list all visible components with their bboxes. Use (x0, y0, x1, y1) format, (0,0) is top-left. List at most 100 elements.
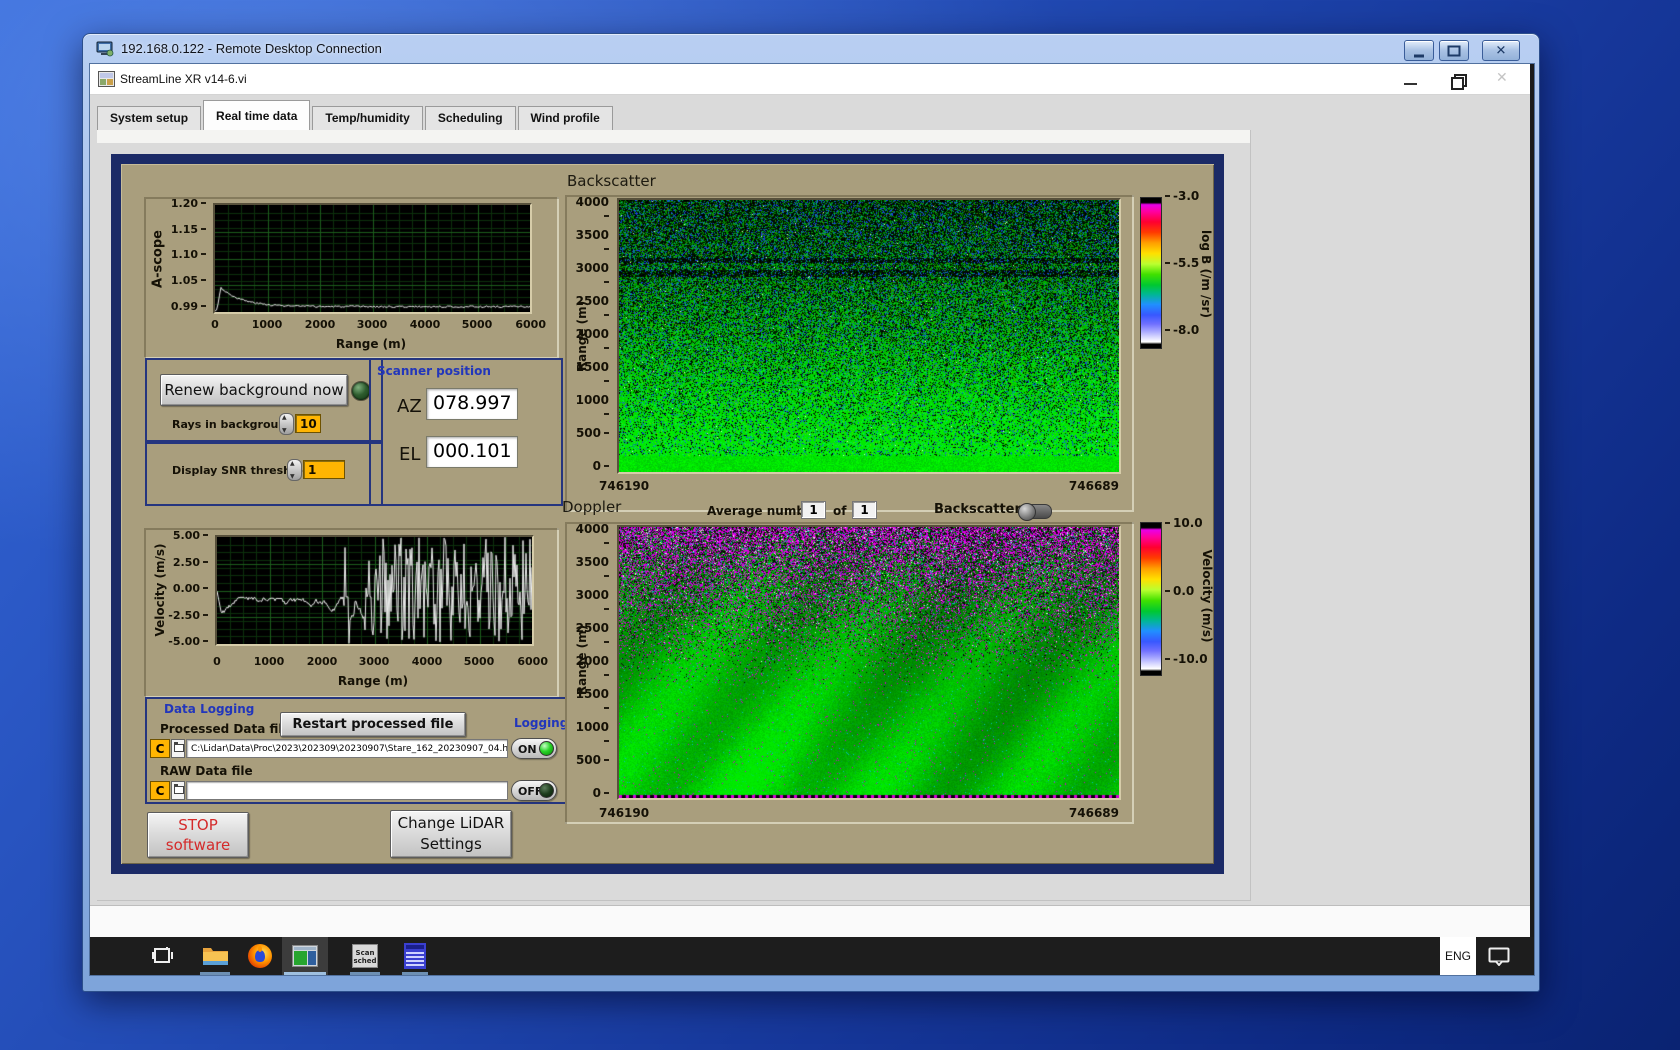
doppler-ytick: 1500 (569, 687, 609, 715)
doppler-cbar-tick: -10.0 (1165, 652, 1208, 666)
stop-label-1: STOP (178, 815, 218, 835)
rdp-icon (96, 41, 115, 57)
renew-background-button[interactable]: Renew background now (160, 374, 348, 406)
doppler-cbar-tick: 10.0 (1165, 516, 1203, 530)
tab-temp-humidity[interactable]: Temp/humidity (312, 106, 422, 130)
on-label: ON (518, 743, 537, 756)
scanner-position-box: Scanner position AZ 078.997 EL 000.101 (369, 358, 563, 506)
backscatter-cbar-tick: -5.5 (1165, 256, 1199, 270)
tab-real-time-data[interactable]: Real time data (203, 100, 310, 130)
backscatter-ytick: 4000 (569, 195, 609, 223)
language-indicator[interactable]: ENG (1440, 937, 1476, 975)
tab-page-edge (1250, 130, 1251, 900)
raw-drive-selector[interactable]: C (150, 781, 170, 800)
tab-system-setup[interactable]: System setup (97, 106, 201, 130)
ascope-ytick: 1.10 (162, 248, 206, 261)
backscatter-x-end: 746689 (1059, 479, 1119, 493)
velocity-x-axis-label: Range (m) (293, 674, 453, 688)
background-controls-box: Renew background now Rays in background … (145, 358, 383, 444)
backscatter-colorbar (1140, 197, 1162, 349)
rays-value-field[interactable]: 10 (295, 414, 321, 433)
doppler-ytick: 2500 (569, 621, 609, 649)
app-restore-button[interactable] (1445, 64, 1471, 94)
velocity-ytick: -5.00 (164, 635, 208, 648)
snr-value-field[interactable]: 1 (303, 460, 345, 479)
el-label: EL (399, 444, 420, 465)
backscatter-ytick: 500 (569, 426, 609, 440)
scan-scheduler-indicator (350, 972, 380, 975)
backscatter-ytick: 1500 (569, 360, 609, 388)
ascope-xtick: 3000 (352, 318, 392, 331)
velocity-ytick: 2.50 (164, 556, 208, 569)
processed-drive-selector[interactable]: C (150, 739, 170, 758)
rays-spinner[interactable] (279, 413, 294, 435)
app-minimize-button[interactable] (1400, 64, 1426, 94)
raw-browse-icon[interactable] (171, 781, 185, 800)
backscatter-cbar-tick: -8.0 (1165, 323, 1199, 337)
processed-logging-toggle[interactable]: ON (511, 738, 557, 759)
change-lidar-label-2: Settings (420, 834, 482, 855)
file-explorer-icon[interactable] (202, 945, 229, 967)
doppler-x-end: 746689 (1059, 806, 1119, 820)
ascope-xtick: 0 (195, 318, 235, 331)
average-number-field[interactable]: 1 (801, 501, 826, 519)
change-lidar-settings-button[interactable]: Change LiDAR Settings (390, 810, 512, 858)
ascope-xtick: 2000 (300, 318, 340, 331)
ascope-xtick: 5000 (457, 318, 497, 331)
backscatter-toggle-knob[interactable] (1018, 503, 1036, 521)
az-label: AZ (397, 396, 422, 417)
doppler-colorbar (1140, 522, 1162, 676)
doppler-ytick: 3500 (569, 555, 609, 583)
raw-data-file-label: RAW Data file (160, 764, 253, 778)
app-close-button[interactable]: ✕ (1490, 64, 1516, 94)
doppler-ytick: 3000 (569, 588, 609, 616)
doppler-ytick: 0 (569, 786, 609, 800)
doppler-ytick: 4000 (569, 522, 609, 550)
backscatter-heatmap (617, 198, 1121, 474)
average-total-field[interactable]: 1 (852, 501, 877, 519)
tab-wind-profile[interactable]: Wind profile (518, 106, 613, 130)
scan-scheduler-icon[interactable]: Scan sched (352, 944, 378, 968)
processed-browse-icon[interactable] (171, 739, 185, 758)
el-value-field: 000.101 (426, 436, 518, 468)
rdp-maximize-button[interactable] (1439, 40, 1469, 61)
active-app-taskbar-button[interactable] (282, 937, 328, 975)
velocity-xtick: 6000 (508, 655, 548, 668)
blue-document-indicator (402, 972, 428, 975)
firefox-icon[interactable] (248, 944, 272, 968)
tab-scheduling[interactable]: Scheduling (425, 106, 516, 130)
velocity-group: Velocity (m/s) 5.00 2.50 0.00 -2.50 -5.0… (144, 528, 559, 698)
tab-bar: System setupReal time dataTemp/humidityS… (97, 98, 615, 130)
renew-background-led (351, 381, 371, 401)
rdp-close-button[interactable]: ✕ (1482, 40, 1520, 61)
blue-document-app-icon[interactable] (404, 943, 426, 969)
tab-page-edge-bottom (97, 900, 1251, 901)
ascope-x-axis-label: Range (m) (291, 337, 451, 351)
rdp-titlebar[interactable]: 192.168.0.122 - Remote Desktop Connectio… (83, 34, 1539, 64)
velocity-xtick: 5000 (459, 655, 499, 668)
raw-logging-lamp (539, 783, 554, 798)
app-titlebar[interactable]: StreamLine XR v14-6.vi ✕ (90, 64, 1534, 95)
velocity-xtick: 2000 (302, 655, 342, 668)
task-view-icon[interactable] (152, 946, 174, 966)
velocity-xtick: 4000 (407, 655, 447, 668)
notification-center-icon[interactable] (1488, 947, 1510, 966)
remote-desktop: StreamLine XR v14-6.vi ✕ System setupRea… (89, 63, 1535, 976)
raw-logging-toggle[interactable]: OFF (511, 780, 557, 801)
backscatter-toggle[interactable] (1018, 504, 1052, 519)
remote-taskbar: Scan sched ENG (90, 937, 1534, 975)
velocity-ytick: 0.00 (164, 582, 208, 595)
processed-path-field[interactable]: C:\Lidar\Data\Proc\2023\202309\20230907\… (186, 739, 508, 758)
velocity-xtick: 0 (197, 655, 237, 668)
restart-processed-file-button[interactable]: Restart processed file (280, 712, 466, 737)
raw-path-field[interactable] (186, 781, 508, 800)
rdp-minimize-button[interactable] (1404, 40, 1434, 61)
ascope-ytick: 0.99 (162, 300, 206, 313)
active-app-indicator (284, 972, 326, 975)
stop-software-button[interactable]: STOP software (147, 812, 249, 858)
logging-label: Logging (514, 716, 568, 730)
snr-spinner[interactable] (287, 459, 302, 481)
doppler-ytick: 2000 (569, 654, 609, 682)
data-logging-box: Data Logging Processed Data file Restart… (145, 697, 569, 804)
velocity-xtick: 3000 (354, 655, 394, 668)
